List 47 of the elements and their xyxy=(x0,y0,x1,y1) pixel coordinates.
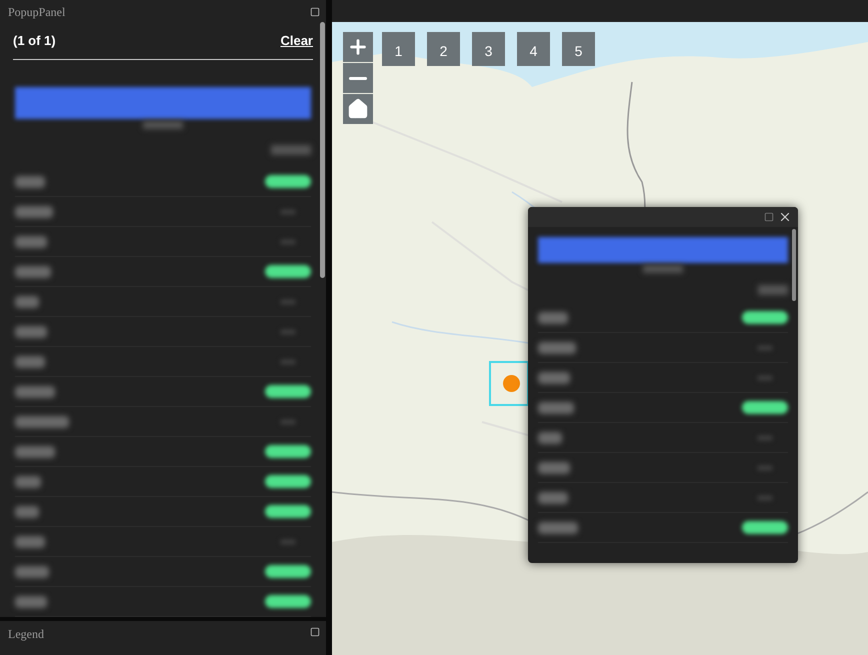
blurred-label xyxy=(538,522,578,534)
blurred-label xyxy=(15,326,47,338)
blurred-label xyxy=(15,446,55,458)
maximize-icon[interactable] xyxy=(310,6,320,17)
maximize-icon[interactable] xyxy=(310,627,320,637)
bookmark-button[interactable]: 5 xyxy=(562,32,595,66)
blurred-label xyxy=(15,266,51,278)
blurred-label xyxy=(15,476,41,488)
legend-title: Legend xyxy=(8,626,44,643)
bookmark-button[interactable]: 3 xyxy=(472,32,505,66)
blurred-label xyxy=(538,342,576,354)
clear-link[interactable]: Clear xyxy=(280,31,313,51)
close-icon[interactable] xyxy=(778,210,792,224)
bookmark-button[interactable]: 4 xyxy=(517,32,550,66)
blurred-label xyxy=(15,356,45,368)
blurred-label xyxy=(15,296,39,308)
minus-icon xyxy=(349,76,367,80)
blurred-label xyxy=(538,492,568,504)
bookmark-button[interactable]: 1 xyxy=(382,32,415,66)
blurred-label xyxy=(538,372,570,384)
zoom-out-button[interactable] xyxy=(343,63,373,93)
blurred-subtitle xyxy=(143,121,183,129)
scrollbar-thumb[interactable] xyxy=(792,229,796,301)
zoom-in-button[interactable] xyxy=(343,32,373,62)
blurred-label xyxy=(15,236,47,248)
blurred-subtitle xyxy=(643,265,683,273)
blurred-label xyxy=(15,566,49,578)
home-button[interactable] xyxy=(343,94,373,124)
blurred-label xyxy=(15,206,53,218)
blurred-pager xyxy=(271,145,311,155)
blurred-label xyxy=(15,416,69,428)
bookmark-button[interactable]: 2 xyxy=(427,32,460,66)
blurred-label xyxy=(15,176,45,188)
blurred-pager xyxy=(758,285,788,295)
blurred-label xyxy=(15,536,45,548)
home-icon xyxy=(347,98,369,120)
blurred-label xyxy=(538,432,562,444)
plus-icon xyxy=(347,36,369,58)
blurred-label xyxy=(15,386,55,398)
blurred-label xyxy=(538,462,570,474)
blurred-label xyxy=(15,506,39,518)
scrollbar-thumb[interactable] xyxy=(320,22,325,278)
blurred-label xyxy=(15,596,47,608)
blurred-label xyxy=(538,312,568,324)
panel-title: PopupPanel xyxy=(8,4,66,21)
blurred-label xyxy=(538,402,574,414)
result-count: (1 of 1) xyxy=(13,32,56,50)
